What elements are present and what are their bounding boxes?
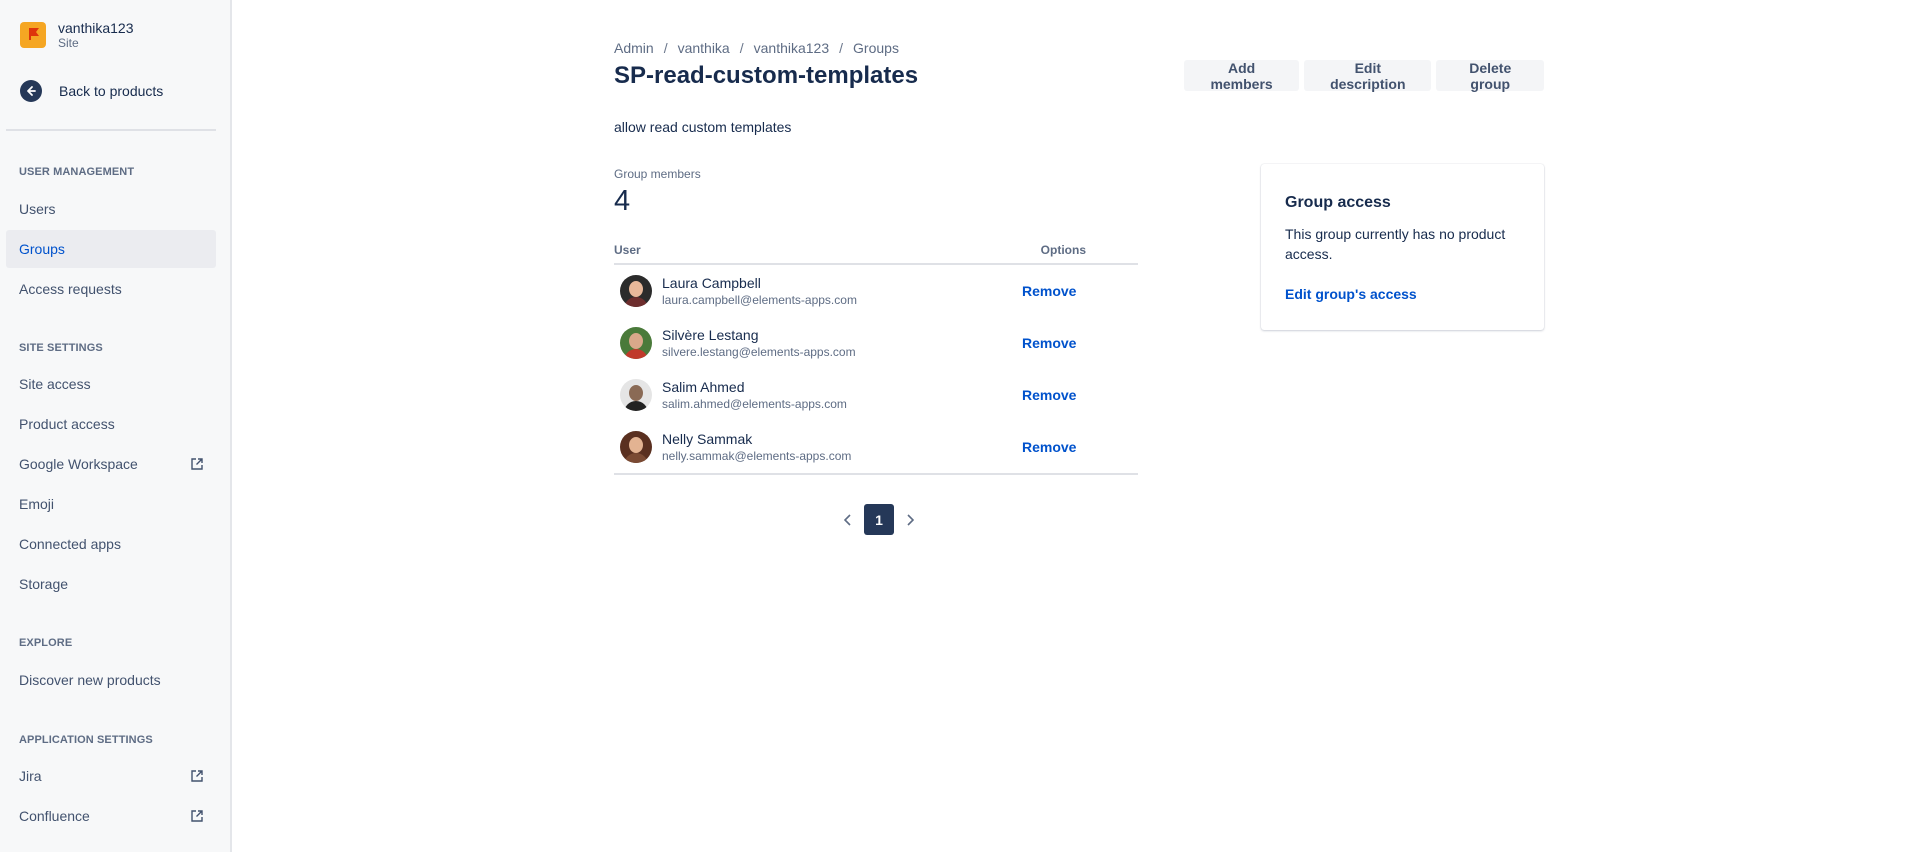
group-access-title: Group access bbox=[1285, 194, 1391, 211]
column-header-options: Options bbox=[1040, 243, 1086, 257]
site-name: vanthika123 bbox=[58, 20, 134, 36]
back-to-products-label: Back to products bbox=[59, 83, 164, 99]
group-actions: Add members Edit description Delete grou… bbox=[1184, 60, 1544, 92]
breadcrumb: Admin / vanthika / vanthika123 / Groups bbox=[614, 40, 899, 56]
table-header: User Options bbox=[614, 243, 1138, 265]
sidebar-item-groups[interactable]: Groups bbox=[6, 230, 216, 268]
delete-group-button[interactable]: Delete group bbox=[1436, 60, 1544, 92]
table-row: Salim Ahmed salim.ahmed@elements-apps.co… bbox=[614, 369, 1138, 421]
remove-member-button[interactable]: Remove bbox=[1022, 335, 1076, 351]
group-members-count: 4 bbox=[614, 185, 631, 217]
breadcrumb-org[interactable]: vanthika bbox=[678, 40, 730, 56]
edit-group-access-link[interactable]: Edit group's access bbox=[1285, 286, 1520, 302]
user-name[interactable]: Laura Campbell bbox=[662, 274, 857, 292]
sidebar-item-label: Google Workspace bbox=[19, 456, 138, 472]
user-email: nelly.sammak@elements-apps.com bbox=[662, 449, 852, 463]
remove-member-button[interactable]: Remove bbox=[1022, 439, 1076, 455]
avatar bbox=[620, 379, 652, 411]
user-email: laura.campbell@elements-apps.com bbox=[662, 293, 857, 307]
breadcrumb-admin[interactable]: Admin bbox=[614, 40, 654, 56]
arrow-left-icon bbox=[20, 80, 42, 102]
group-access-body: This group currently has no product acce… bbox=[1285, 226, 1506, 262]
chevron-left-icon[interactable] bbox=[838, 505, 858, 535]
breadcrumb-site[interactable]: vanthika123 bbox=[754, 40, 830, 56]
edit-description-button[interactable]: Edit description bbox=[1304, 60, 1432, 92]
sidebar-item-users[interactable]: Users bbox=[6, 190, 216, 228]
page-number-button[interactable]: 1 bbox=[864, 504, 894, 535]
sidebar-item-connected-apps[interactable]: Connected apps bbox=[6, 525, 216, 563]
add-members-button[interactable]: Add members bbox=[1184, 60, 1300, 92]
user-name[interactable]: Salim Ahmed bbox=[662, 378, 847, 396]
table-bottom-border bbox=[614, 473, 1138, 475]
breadcrumb-separator: / bbox=[663, 40, 668, 56]
section-title-user-management: USER MANAGEMENT bbox=[19, 166, 135, 178]
sidebar-item-label: Jira bbox=[19, 768, 42, 784]
external-link-icon bbox=[191, 458, 203, 470]
site-logo-icon bbox=[20, 22, 46, 48]
group-access-card: Group access This group currently has no… bbox=[1261, 164, 1544, 330]
breadcrumb-groups[interactable]: Groups bbox=[853, 40, 899, 56]
table-row: Nelly Sammak nelly.sammak@elements-apps.… bbox=[614, 421, 1138, 473]
avatar bbox=[620, 431, 652, 463]
section-title-application-settings: APPLICATION SETTINGS bbox=[19, 734, 153, 746]
sidebar-divider bbox=[6, 129, 216, 131]
external-link-icon bbox=[191, 770, 203, 782]
back-to-products-button[interactable]: Back to products bbox=[20, 80, 163, 102]
table-row: Laura Campbell laura.campbell@elements-a… bbox=[614, 265, 1138, 317]
members-table: User Options Laura Campbell laura.campbe… bbox=[614, 243, 1138, 475]
sidebar-item-access-requests[interactable]: Access requests bbox=[6, 270, 216, 308]
chevron-right-icon[interactable] bbox=[900, 505, 920, 535]
page-title: SP-read-custom-templates bbox=[614, 62, 919, 89]
sidebar-item-label: Confluence bbox=[19, 808, 90, 824]
sidebar-item-confluence[interactable]: Confluence bbox=[6, 797, 216, 835]
external-link-icon bbox=[191, 810, 203, 822]
user-email: salim.ahmed@elements-apps.com bbox=[662, 397, 847, 411]
site-switcher[interactable]: vanthika123 Site bbox=[20, 20, 134, 50]
sidebar-item-storage[interactable]: Storage bbox=[6, 565, 216, 603]
group-description: allow read custom templates bbox=[614, 119, 792, 135]
site-type: Site bbox=[58, 36, 79, 50]
sidebar-item-product-access[interactable]: Product access bbox=[6, 405, 216, 443]
pagination: 1 bbox=[838, 504, 920, 535]
breadcrumb-separator: / bbox=[839, 40, 844, 56]
section-title-site-settings: SITE SETTINGS bbox=[19, 342, 103, 354]
user-name[interactable]: Silvère Lestang bbox=[662, 326, 856, 344]
user-email: silvere.lestang@elements-apps.com bbox=[662, 345, 856, 359]
sidebar-item-jira[interactable]: Jira bbox=[6, 757, 216, 795]
remove-member-button[interactable]: Remove bbox=[1022, 387, 1076, 403]
sidebar-item-emoji[interactable]: Emoji bbox=[6, 485, 216, 523]
remove-member-button[interactable]: Remove bbox=[1022, 283, 1076, 299]
sidebar-item-site-access[interactable]: Site access bbox=[6, 365, 216, 403]
avatar bbox=[620, 327, 652, 359]
user-name[interactable]: Nelly Sammak bbox=[662, 430, 851, 448]
breadcrumb-separator: / bbox=[739, 40, 744, 56]
sidebar-item-google-workspace[interactable]: Google Workspace bbox=[6, 445, 216, 483]
column-header-user: User bbox=[614, 243, 641, 257]
group-members-label: Group members bbox=[614, 167, 701, 181]
avatar bbox=[620, 275, 652, 307]
sidebar-item-discover-new-products[interactable]: Discover new products bbox=[6, 661, 216, 699]
section-title-explore: EXPLORE bbox=[19, 637, 73, 649]
sidebar: vanthika123 Site Back to products USER M… bbox=[0, 0, 232, 852]
table-row: Silvère Lestang silvere.lestang@elements… bbox=[614, 317, 1138, 369]
